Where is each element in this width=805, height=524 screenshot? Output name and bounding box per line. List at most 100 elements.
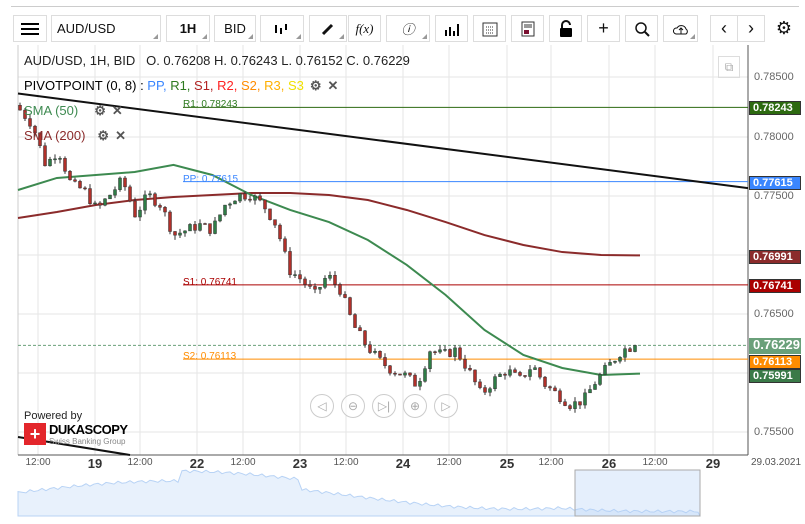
candle (473, 369, 477, 383)
candle (468, 368, 472, 371)
candle (298, 274, 302, 280)
x-tick: 12:00 (25, 457, 51, 468)
candle (153, 193, 157, 206)
candle (303, 278, 307, 285)
pivot-level-s1: S1, (194, 78, 218, 93)
triangle-right-icon: ▷ (441, 399, 451, 413)
candle (568, 405, 572, 409)
candle (378, 350, 382, 358)
zoom-in-icon: ⊕ (409, 399, 421, 413)
candle (263, 199, 267, 210)
candle (453, 347, 457, 357)
y-tick: 0.78000 (754, 131, 794, 143)
candle (158, 205, 162, 208)
nav-forward-button[interactable]: ▷ (434, 394, 458, 418)
candle (18, 104, 22, 111)
candle (513, 369, 517, 373)
candle (268, 208, 272, 220)
candle (108, 194, 112, 200)
x-tick: 12:00 (642, 457, 668, 468)
candle (368, 344, 372, 353)
candle (143, 194, 147, 211)
candle (613, 360, 617, 363)
candle (218, 214, 222, 222)
go-latest-button[interactable]: ▷| (372, 394, 396, 418)
candle (483, 387, 487, 393)
candle (458, 347, 462, 360)
candle (173, 231, 177, 236)
candle (203, 223, 207, 225)
candle (283, 238, 287, 252)
candle (553, 387, 557, 392)
candle (58, 158, 62, 160)
zoom-in-button[interactable]: ⊕ (403, 394, 427, 418)
candle (248, 198, 252, 201)
sma50-settings-icon[interactable]: ⚙ (94, 103, 106, 119)
candle (398, 373, 402, 376)
candle (493, 376, 497, 389)
zoom-out-button[interactable]: ⊖ (341, 394, 365, 418)
candle (448, 349, 452, 357)
pivot-settings-icon[interactable]: ⚙ (310, 78, 322, 94)
candle (228, 203, 232, 206)
skip-end-icon: ▷| (377, 399, 391, 413)
candle (233, 200, 237, 205)
candle (208, 223, 212, 234)
candle (223, 204, 227, 216)
candle (48, 158, 52, 167)
pp-line-label: PP: 0.77615 (183, 174, 239, 185)
candle (103, 198, 107, 206)
nav-back-button[interactable]: ◁ (310, 394, 334, 418)
dukascopy-logo: Powered by + DUKASCOPY Swiss Banking Grou… (24, 410, 128, 446)
candle (278, 224, 282, 240)
candle (293, 274, 297, 276)
candle (333, 274, 337, 285)
candle (338, 284, 342, 295)
candle (593, 384, 597, 390)
candle (583, 392, 587, 406)
candle (573, 401, 577, 409)
sma200-line (17, 191, 641, 257)
candle (128, 186, 132, 202)
pivot-close-icon[interactable]: ✕ (328, 78, 339, 94)
sma50-close-icon[interactable]: ✕ (112, 103, 123, 119)
candle (193, 224, 197, 231)
candle (183, 230, 187, 234)
candle (138, 209, 142, 218)
candle (53, 158, 57, 161)
candle (463, 358, 467, 369)
candle (123, 177, 127, 188)
pivot-separator: : (136, 78, 148, 93)
candle (618, 357, 622, 362)
sma200-legend: SMA (200) ⚙ ✕ (24, 128, 126, 144)
candle (503, 373, 507, 376)
candle (438, 349, 442, 353)
swiss-cross-icon: + (24, 423, 46, 445)
navigator-window (574, 469, 701, 517)
y-tick: 0.78500 (754, 71, 794, 83)
candle (588, 389, 592, 394)
pivot-name: PIVOTPOINT (0, 8) (24, 78, 137, 93)
candle (528, 369, 532, 377)
candle (548, 386, 552, 389)
candle (353, 314, 357, 328)
sma200-close-icon[interactable]: ✕ (115, 128, 126, 144)
y-tick: 0.76500 (754, 308, 794, 320)
candle (403, 372, 407, 376)
sma50-price-label: 0.75991 (749, 369, 801, 383)
candle (563, 401, 567, 406)
candle (318, 287, 322, 290)
candle (168, 211, 172, 232)
s1-price-label: 0.76741 (749, 279, 801, 293)
sma200-settings-icon[interactable]: ⚙ (97, 128, 109, 144)
candle (578, 401, 582, 406)
candle (98, 202, 102, 206)
candle (428, 351, 432, 369)
candle (348, 297, 352, 315)
y-tick: 0.75500 (754, 426, 794, 438)
sma50-legend: SMA (50) ⚙ ✕ (24, 103, 123, 119)
pivot-legend: PIVOTPOINT (0, 8) : PP, R1, S1, R2, S2, … (24, 78, 338, 94)
powered-by-text: Powered by (24, 410, 83, 422)
popout-button[interactable]: ⧉ (718, 56, 740, 78)
x-tick: 22 (189, 456, 205, 471)
